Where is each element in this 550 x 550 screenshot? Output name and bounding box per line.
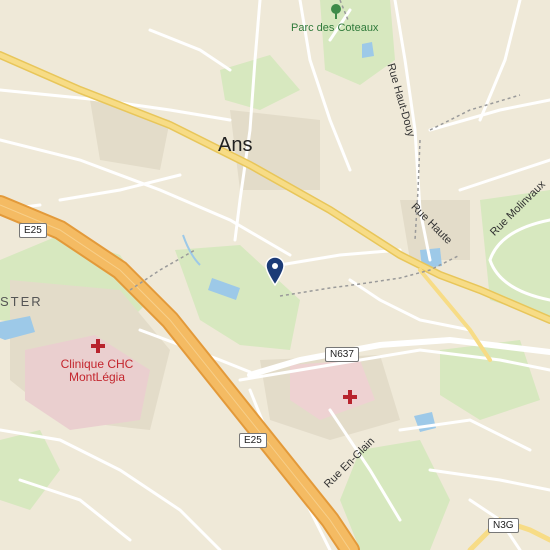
road-shield-e25-bottom: E25 (239, 433, 267, 448)
poi-label-clinic-line2: MontLégia (68, 370, 126, 384)
tree-icon (330, 3, 342, 19)
poi-label-clinic[interactable]: Clinique CHC MontLégia (60, 358, 134, 384)
road-shield-n3g: N3G (488, 518, 519, 533)
map-view[interactable]: Ans Parc des Coteaux Rue Haut-Douy Rue H… (0, 0, 550, 550)
map-pin-icon[interactable] (265, 256, 285, 287)
hospital-cross-icon (91, 339, 105, 353)
road-shield-n637: N637 (325, 347, 359, 362)
place-label-partial: STER (0, 294, 43, 309)
hospital-cross-icon-east[interactable] (343, 390, 357, 404)
park-label: Parc des Coteaux (291, 22, 379, 34)
town-label-ans: Ans (218, 134, 253, 156)
road-shield-e25-top: E25 (19, 223, 47, 238)
